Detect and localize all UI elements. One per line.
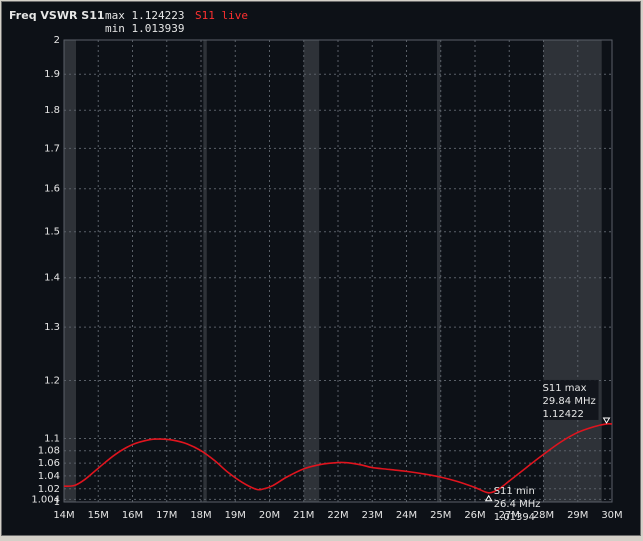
y-tick-label: 1.06 bbox=[38, 458, 60, 469]
y-tick-label: 1.7 bbox=[44, 143, 60, 154]
y-tick-label: 1.02 bbox=[38, 484, 60, 495]
x-tick-label: 24M bbox=[396, 510, 417, 521]
y-tick-label: 1.5 bbox=[44, 227, 60, 238]
x-tick-label: 15M bbox=[88, 510, 109, 521]
vswr-plot[interactable]: 14M 15M 16M 17M 18M 19M 20M 21M 22M 23M 24M 25M 26M 2… bbox=[0, 0, 643, 541]
x-tick-label: 21M bbox=[293, 510, 314, 521]
y-tick-label: 1.004 bbox=[31, 494, 60, 505]
x-tick-label: 25M bbox=[430, 510, 451, 521]
series-line-s11 bbox=[63, 422, 613, 494]
y-tick-label: 1.8 bbox=[44, 105, 60, 116]
ham-band-2 bbox=[303, 40, 320, 502]
x-tick-label: 28M bbox=[533, 510, 554, 521]
x-tick-label: 14M bbox=[53, 510, 74, 521]
x-tick-label: 26M bbox=[464, 510, 485, 521]
ham-band-4 bbox=[543, 40, 602, 502]
y-tick-label: 1.3 bbox=[44, 322, 60, 333]
x-tick-label: 17M bbox=[156, 510, 177, 521]
x-tick-label: 19M bbox=[225, 510, 246, 521]
marker-label-text: S11 min bbox=[494, 486, 535, 497]
x-tick-label: 29M bbox=[567, 510, 588, 521]
x-tick-label: 23M bbox=[362, 510, 383, 521]
x-tick-label: 22M bbox=[327, 510, 348, 521]
y-tick-label: 1.4 bbox=[44, 273, 60, 284]
y-tick-label: 2 bbox=[54, 35, 60, 46]
marker-label-text: S11 max bbox=[543, 383, 587, 394]
y-tick-label: 1.1 bbox=[44, 433, 60, 444]
ham-band-0 bbox=[64, 40, 76, 502]
y-tick-label: 1.6 bbox=[44, 184, 60, 195]
y-tick-label: 1.04 bbox=[38, 471, 60, 482]
marker-label-text: 1.01394 bbox=[494, 512, 535, 523]
x-tick-label: 18M bbox=[190, 510, 211, 521]
y-tick-label: 1.9 bbox=[44, 69, 60, 80]
x-tick-label: 20M bbox=[259, 510, 280, 521]
ham-band-1 bbox=[203, 40, 207, 502]
marker-s11-min-icon[interactable] bbox=[484, 494, 493, 502]
marker-label-text: 26.4 MHz bbox=[494, 499, 541, 510]
x-tick-label: 30M bbox=[601, 510, 622, 521]
ham-band-3 bbox=[436, 40, 441, 502]
x-tick-label: 16M bbox=[122, 510, 143, 521]
marker-label-text: 1.12422 bbox=[543, 409, 584, 420]
y-tick-label: 1.2 bbox=[44, 375, 60, 386]
y-tick-label: 1.08 bbox=[38, 446, 60, 457]
marker-s11-max-icon[interactable] bbox=[602, 417, 611, 424]
marker-label-text: 29.84 MHz bbox=[543, 396, 596, 407]
